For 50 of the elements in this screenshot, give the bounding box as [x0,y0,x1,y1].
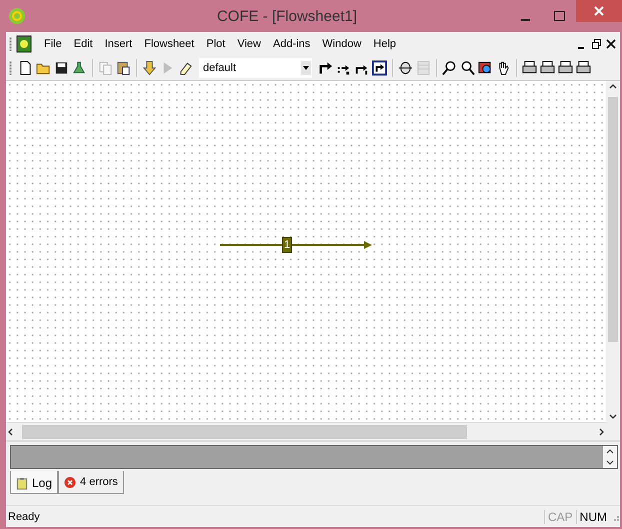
close-button[interactable] [576,0,622,22]
new-file-icon[interactable] [18,60,33,76]
status-indicator: CAP [544,510,576,524]
zoom-out-icon[interactable] [460,60,475,76]
printer-icon[interactable] [540,60,555,76]
document-icon [16,35,32,53]
close-icon[interactable] [606,39,616,49]
printer-icon[interactable] [576,60,591,76]
dropdown-value: default [203,62,236,74]
printer-icon[interactable] [558,60,573,76]
stream-icon[interactable] [318,60,333,76]
spin-button[interactable] [603,446,617,468]
menu-item[interactable]: Add-ins [266,35,316,53]
down-arrow-icon[interactable] [142,60,157,76]
clipboard-icon[interactable] [116,60,131,76]
minimize-icon [520,19,530,21]
stream-label: 1 [282,236,292,252]
dropdown[interactable]: default [199,58,312,78]
unit-icon[interactable] [398,60,413,76]
menu-item[interactable]: Plot [200,35,232,53]
menu-item[interactable]: Edit [68,35,99,53]
zoom-window-icon[interactable] [478,60,493,76]
eraser-icon[interactable] [178,60,193,76]
restore-icon[interactable] [592,39,602,49]
window-title: COFE - [Flowsheet1] [216,8,358,24]
app-logo-icon [8,7,26,25]
menu-item[interactable]: View [231,35,267,53]
menu-item[interactable]: Help [367,35,402,53]
status-indicator: NUM [576,510,610,524]
tab[interactable]: 4 errors [58,471,124,494]
horizontal-scrollbar[interactable] [6,422,606,440]
clipboard-icon [16,476,28,490]
save-icon[interactable] [54,60,69,76]
menu-item[interactable]: Flowsheet [138,35,200,53]
zoom-in-icon[interactable] [442,60,457,76]
menu-item[interactable]: Insert [98,35,138,53]
vertical-scrollbar[interactable] [606,81,620,422]
dropdown-arrow-icon [303,66,309,70]
tab[interactable]: Log [10,471,58,494]
printer-icon[interactable] [522,60,537,76]
menu-item[interactable]: File [38,35,68,53]
maximize-icon [554,11,564,21]
error-icon [64,476,76,488]
flask-icon[interactable] [72,60,87,76]
stream-line [220,244,282,246]
close-icon [594,6,604,16]
stream-icon[interactable] [372,60,387,76]
flowsheet-canvas[interactable]: 1 [6,81,606,422]
status-text: Ready [8,510,41,522]
menu-item[interactable]: Window [316,35,368,53]
